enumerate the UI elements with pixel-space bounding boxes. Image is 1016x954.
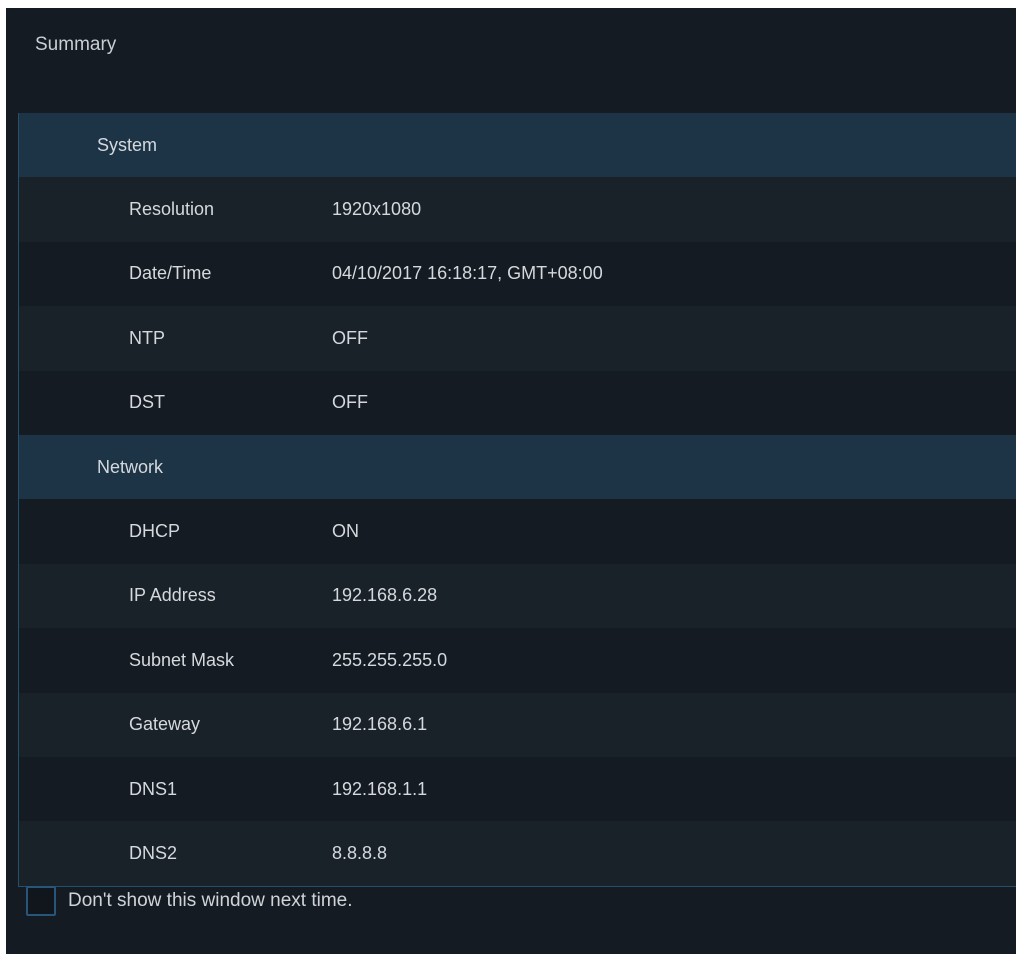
row-value: OFF: [332, 392, 368, 413]
row-label: IP Address: [129, 585, 216, 606]
dont-show-again-option[interactable]: Don't show this window next time.: [26, 886, 353, 916]
window-title: Summary: [35, 34, 117, 55]
row-value: 04/10/2017 16:18:17, GMT+08:00: [332, 263, 603, 284]
table-row-dhcp: DHCP ON: [19, 499, 1016, 564]
row-value: 192.168.1.1: [332, 778, 428, 799]
row-label: Date/Time: [129, 263, 212, 284]
row-label: DHCP: [129, 521, 181, 542]
row-label: NTP: [129, 327, 165, 348]
table-row-resolution: Resolution 1920x1080: [19, 177, 1016, 242]
row-value: 192.168.6.28: [332, 585, 438, 606]
dont-show-again-label[interactable]: Don't show this window next time.: [68, 890, 353, 912]
section-label: Network: [97, 456, 164, 477]
row-value: 1920x1080: [332, 199, 422, 220]
row-label: DST: [129, 392, 165, 413]
section-header-system: System: [19, 113, 1016, 178]
row-value: 8.8.8.8: [332, 842, 388, 863]
table-row-gateway: Gateway 192.168.6.1: [19, 692, 1016, 757]
row-value: OFF: [332, 327, 368, 348]
dont-show-again-checkbox[interactable]: [26, 886, 56, 916]
summary-window: Summary System Resolution 1920x1080 Date…: [6, 8, 1016, 954]
table-row-ntp: NTP OFF: [19, 306, 1016, 371]
table-row-dns2: DNS2 8.8.8.8: [19, 821, 1016, 886]
section-header-network: Network: [19, 434, 1016, 500]
section-label: System: [97, 134, 158, 155]
table-row-dns1: DNS1 192.168.1.1: [19, 756, 1016, 822]
summary-table: System Resolution 1920x1080 Date/Time 04…: [18, 113, 1016, 887]
table-row-date-time: Date/Time 04/10/2017 16:18:17, GMT+08:00: [19, 241, 1016, 307]
row-value: 255.255.255.0: [332, 649, 448, 670]
row-label: Subnet Mask: [129, 649, 235, 670]
table-row-dst: DST OFF: [19, 370, 1016, 435]
row-value: 192.168.6.1: [332, 714, 428, 735]
row-label: Resolution: [129, 199, 215, 220]
row-label: DNS2: [129, 842, 178, 863]
row-label: Gateway: [129, 714, 201, 735]
row-value: ON: [332, 521, 359, 542]
table-row-subnet-mask: Subnet Mask 255.255.255.0: [19, 628, 1016, 693]
table-row-ip-address: IP Address 192.168.6.28: [19, 563, 1016, 629]
row-label: DNS1: [129, 778, 178, 799]
